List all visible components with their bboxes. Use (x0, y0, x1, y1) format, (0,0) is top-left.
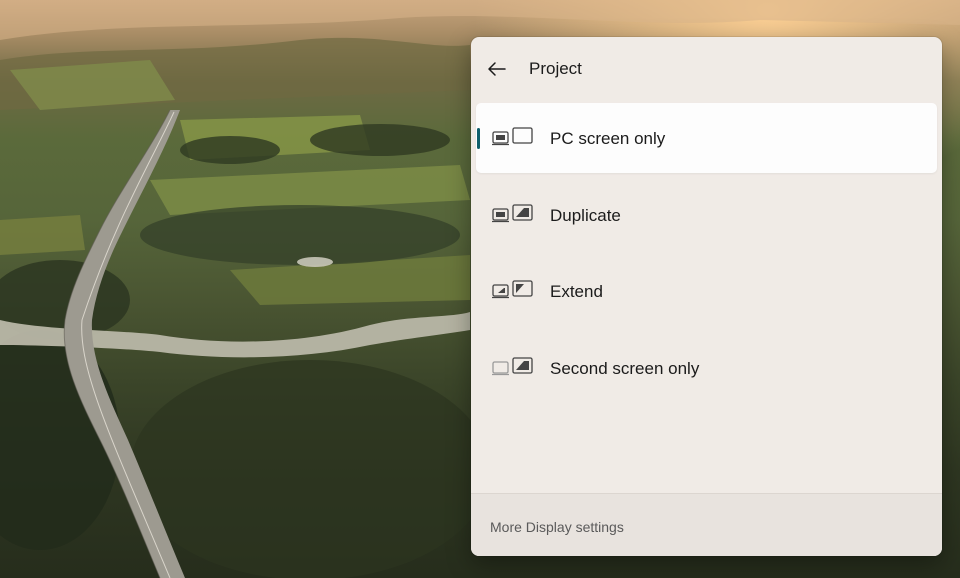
more-display-settings-link[interactable]: More Display settings (490, 519, 624, 535)
project-panel: Project PC screen only Duplicate Extend … (471, 37, 942, 556)
option-label: Duplicate (550, 206, 621, 225)
option-second-screen-only[interactable]: Second screen only (476, 333, 937, 403)
option-extend[interactable]: Extend (476, 256, 937, 326)
duplicate-icon (492, 204, 533, 223)
option-pc-screen-only[interactable]: PC screen only (476, 103, 937, 173)
option-label: PC screen only (550, 129, 666, 148)
option-duplicate[interactable]: Duplicate (476, 180, 937, 250)
option-label: Extend (550, 282, 603, 301)
panel-header: Project (471, 37, 942, 101)
option-label: Second screen only (550, 359, 700, 378)
panel-title: Project (529, 59, 582, 78)
extend-icon (492, 280, 533, 299)
selected-indicator (477, 128, 480, 149)
pc-screen-only-icon (492, 127, 533, 146)
back-button[interactable] (479, 51, 515, 87)
second-screen-only-icon (492, 357, 533, 376)
back-arrow-icon (488, 62, 506, 76)
panel-footer: More Display settings (471, 493, 942, 556)
